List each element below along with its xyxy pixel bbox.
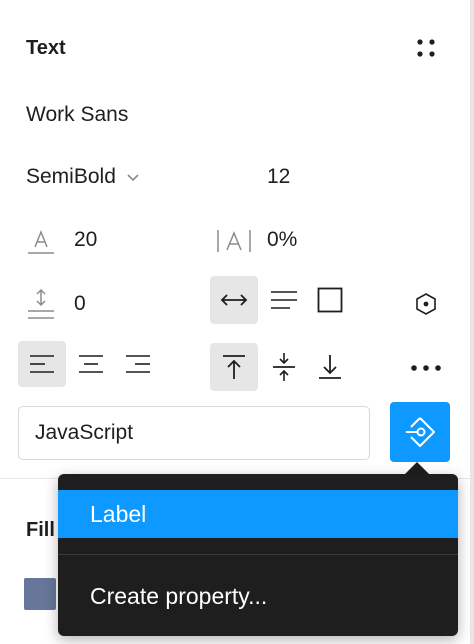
align-top-icon[interactable] [210, 343, 258, 391]
auto-height-icon[interactable] [260, 276, 308, 324]
font-size-input[interactable]: 12 [267, 165, 290, 189]
component-property-icon[interactable] [412, 290, 440, 318]
menu-separator [58, 554, 458, 555]
paragraph-spacing-input[interactable]: 0 [74, 292, 86, 316]
variable-name-input[interactable] [18, 406, 370, 460]
grid-styles-icon[interactable] [412, 34, 440, 62]
fill-swatch[interactable] [24, 578, 56, 610]
property-dropdown-menu: Label Create property... [58, 474, 458, 636]
letter-spacing-icon [214, 227, 254, 255]
font-weight-label: SemiBold [26, 165, 116, 188]
menu-item-create-property[interactable]: Create property... [58, 572, 458, 620]
fixed-size-icon[interactable] [306, 276, 354, 324]
fill-section-title: Fill [26, 519, 55, 541]
more-options-icon[interactable] [408, 354, 444, 382]
auto-width-icon[interactable] [210, 276, 258, 324]
font-family-select[interactable]: Work Sans [26, 103, 128, 127]
chevron-down-icon [126, 172, 140, 182]
font-weight-select[interactable]: SemiBold [26, 165, 140, 189]
menu-item-label[interactable]: Label [58, 490, 458, 538]
line-height-icon [26, 227, 56, 255]
paragraph-spacing-icon [26, 287, 56, 321]
text-section-title: Text [26, 37, 66, 59]
align-center-icon[interactable] [67, 341, 115, 387]
line-height-input[interactable]: 20 [74, 228, 97, 252]
apply-variable-button[interactable] [390, 402, 450, 462]
apply-variable-icon [402, 414, 438, 450]
align-bottom-icon[interactable] [306, 343, 354, 391]
align-right-icon[interactable] [114, 341, 162, 387]
align-middle-icon[interactable] [260, 343, 308, 391]
align-left-icon[interactable] [18, 341, 66, 387]
letter-spacing-input[interactable]: 0% [267, 228, 297, 252]
